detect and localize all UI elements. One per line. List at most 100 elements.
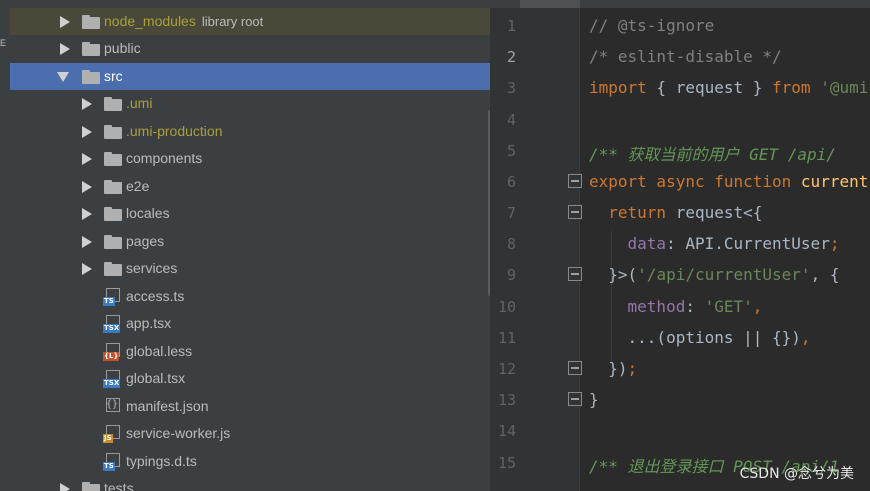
tree-item-label: pages [126,233,165,249]
code-line: import { request } from '@umi [589,78,869,97]
code-line: }>('/api/currentUser', { [589,265,840,284]
tree-item-label: public [104,40,141,56]
tree-item-locales[interactable]: locales [10,200,490,227]
line-number: 7 [506,204,516,222]
tree-item-label: e2e [126,178,150,194]
expand-arrow-icon[interactable] [60,483,70,491]
tree-item-label: tests [104,480,134,491]
expand-arrow-icon[interactable] [60,43,70,55]
folder-icon [82,15,100,29]
expand-arrow-icon[interactable] [60,16,70,28]
tsx-file-icon: TSX [103,370,121,388]
json-file-icon: {} [106,398,120,412]
expand-arrow-icon[interactable] [82,263,92,275]
folder-icon [82,70,100,84]
tree-item-typings-d-ts[interactable]: TS typings.d.ts [10,448,490,475]
folder-icon [104,97,122,111]
tree-item-umi[interactable]: .umi [10,90,490,117]
tree-item-manifest-json[interactable]: {} manifest.json [10,393,490,420]
tree-item-label: manifest.json [126,398,209,414]
folder-icon [104,235,122,249]
collapse-arrow-icon[interactable] [57,72,69,82]
tree-item-label: global.less [126,343,193,359]
editor-tab[interactable] [520,0,580,8]
tree-item-tests[interactable]: tests [10,475,490,491]
folder-icon [104,207,122,221]
fold-marker-icon[interactable] [568,174,582,188]
tree-item-e2e[interactable]: e2e [10,173,490,200]
tree-item-pages[interactable]: pages [10,228,490,255]
line-number: 6 [506,173,516,191]
fold-marker-icon[interactable] [568,392,582,406]
expand-arrow-icon[interactable] [82,98,92,110]
expand-arrow-icon[interactable] [82,236,92,248]
line-number: 10 [497,298,516,316]
line-number: 14 [497,422,516,440]
code-line: data: API.CurrentUser; [627,234,840,253]
typescript-file-icon: TS [103,288,121,306]
code-line: return request<{ [608,203,763,222]
tree-item-label: locales [126,205,170,221]
editor-tab-bar [490,0,870,8]
line-number: 11 [497,329,516,347]
folder-icon [104,125,122,139]
tree-item-global-less[interactable]: {L} global.less [10,338,490,365]
line-number: 2 [506,48,516,66]
tree-item-access-ts[interactable]: TS access.ts [10,283,490,310]
tree-item-label: node_modules library root [104,13,264,29]
line-number: 12 [497,360,516,378]
code-line: /** 获取当前的用户 GET /api/ [589,145,836,164]
code-line: // @ts-ignore [589,16,715,35]
tsx-file-icon: TSX [103,315,121,333]
expand-arrow-icon[interactable] [82,181,92,193]
folder-icon [104,180,122,194]
line-number: 5 [506,142,516,160]
line-number: 13 [497,391,516,409]
tree-item-services[interactable]: services [10,255,490,282]
less-file-icon: {L} [103,343,121,361]
tree-item-label: src [104,68,123,84]
folder-icon [82,482,100,491]
folder-icon [82,42,100,56]
tree-item-node-modules[interactable]: node_modules library root [10,8,490,35]
tree-item-label: .umi [126,95,153,111]
tree-item-umi-production[interactable]: .umi-production [10,118,490,145]
folder-icon [104,152,122,166]
tree-item-label: service-worker.js [126,425,231,441]
line-number: 15 [497,454,516,472]
code-line: ...(options || {}), [589,328,811,347]
gutter-separator [579,8,580,491]
code-editor[interactable]: 1 2 3 4 5 6 7 8 9 10 11 12 13 14 15 // @… [490,0,870,491]
code-line: } [589,390,599,409]
line-number: 3 [506,79,516,97]
expand-arrow-icon[interactable] [82,153,92,165]
project-tool-window-label[interactable]: E [0,38,8,48]
line-number: 9 [506,266,516,284]
tree-item-service-worker-js[interactable]: JS service-worker.js [10,420,490,447]
line-number: 1 [506,17,516,35]
code-line: export async function current [589,172,869,191]
tree-item-label: services [126,260,178,276]
project-file-tree: node_modules library root public src .umi… [10,0,490,491]
tree-item-src[interactable]: src [10,63,490,90]
fold-marker-icon[interactable] [568,205,582,219]
tree-item-app-tsx[interactable]: TSX app.tsx [10,310,490,337]
tree-item-components[interactable]: components [10,145,490,172]
javascript-file-icon: JS [103,425,121,443]
tree-item-label: global.tsx [126,370,186,386]
tree-item-global-tsx[interactable]: TSX global.tsx [10,365,490,392]
expand-arrow-icon[interactable] [82,208,92,220]
code-line: method: 'GET', [627,297,763,316]
tree-item-label: .umi-production [126,123,223,139]
line-number: 8 [506,235,516,253]
line-number: 4 [506,111,516,129]
expand-arrow-icon[interactable] [82,126,92,138]
code-line: }); [589,359,638,378]
tree-item-label: components [126,150,203,166]
tree-item-label: app.tsx [126,315,172,331]
fold-marker-icon[interactable] [568,361,582,375]
library-root-suffix: library root [201,14,264,29]
tree-item-public[interactable]: public [10,35,490,62]
folder-icon [104,262,122,276]
fold-marker-icon[interactable] [568,267,582,281]
